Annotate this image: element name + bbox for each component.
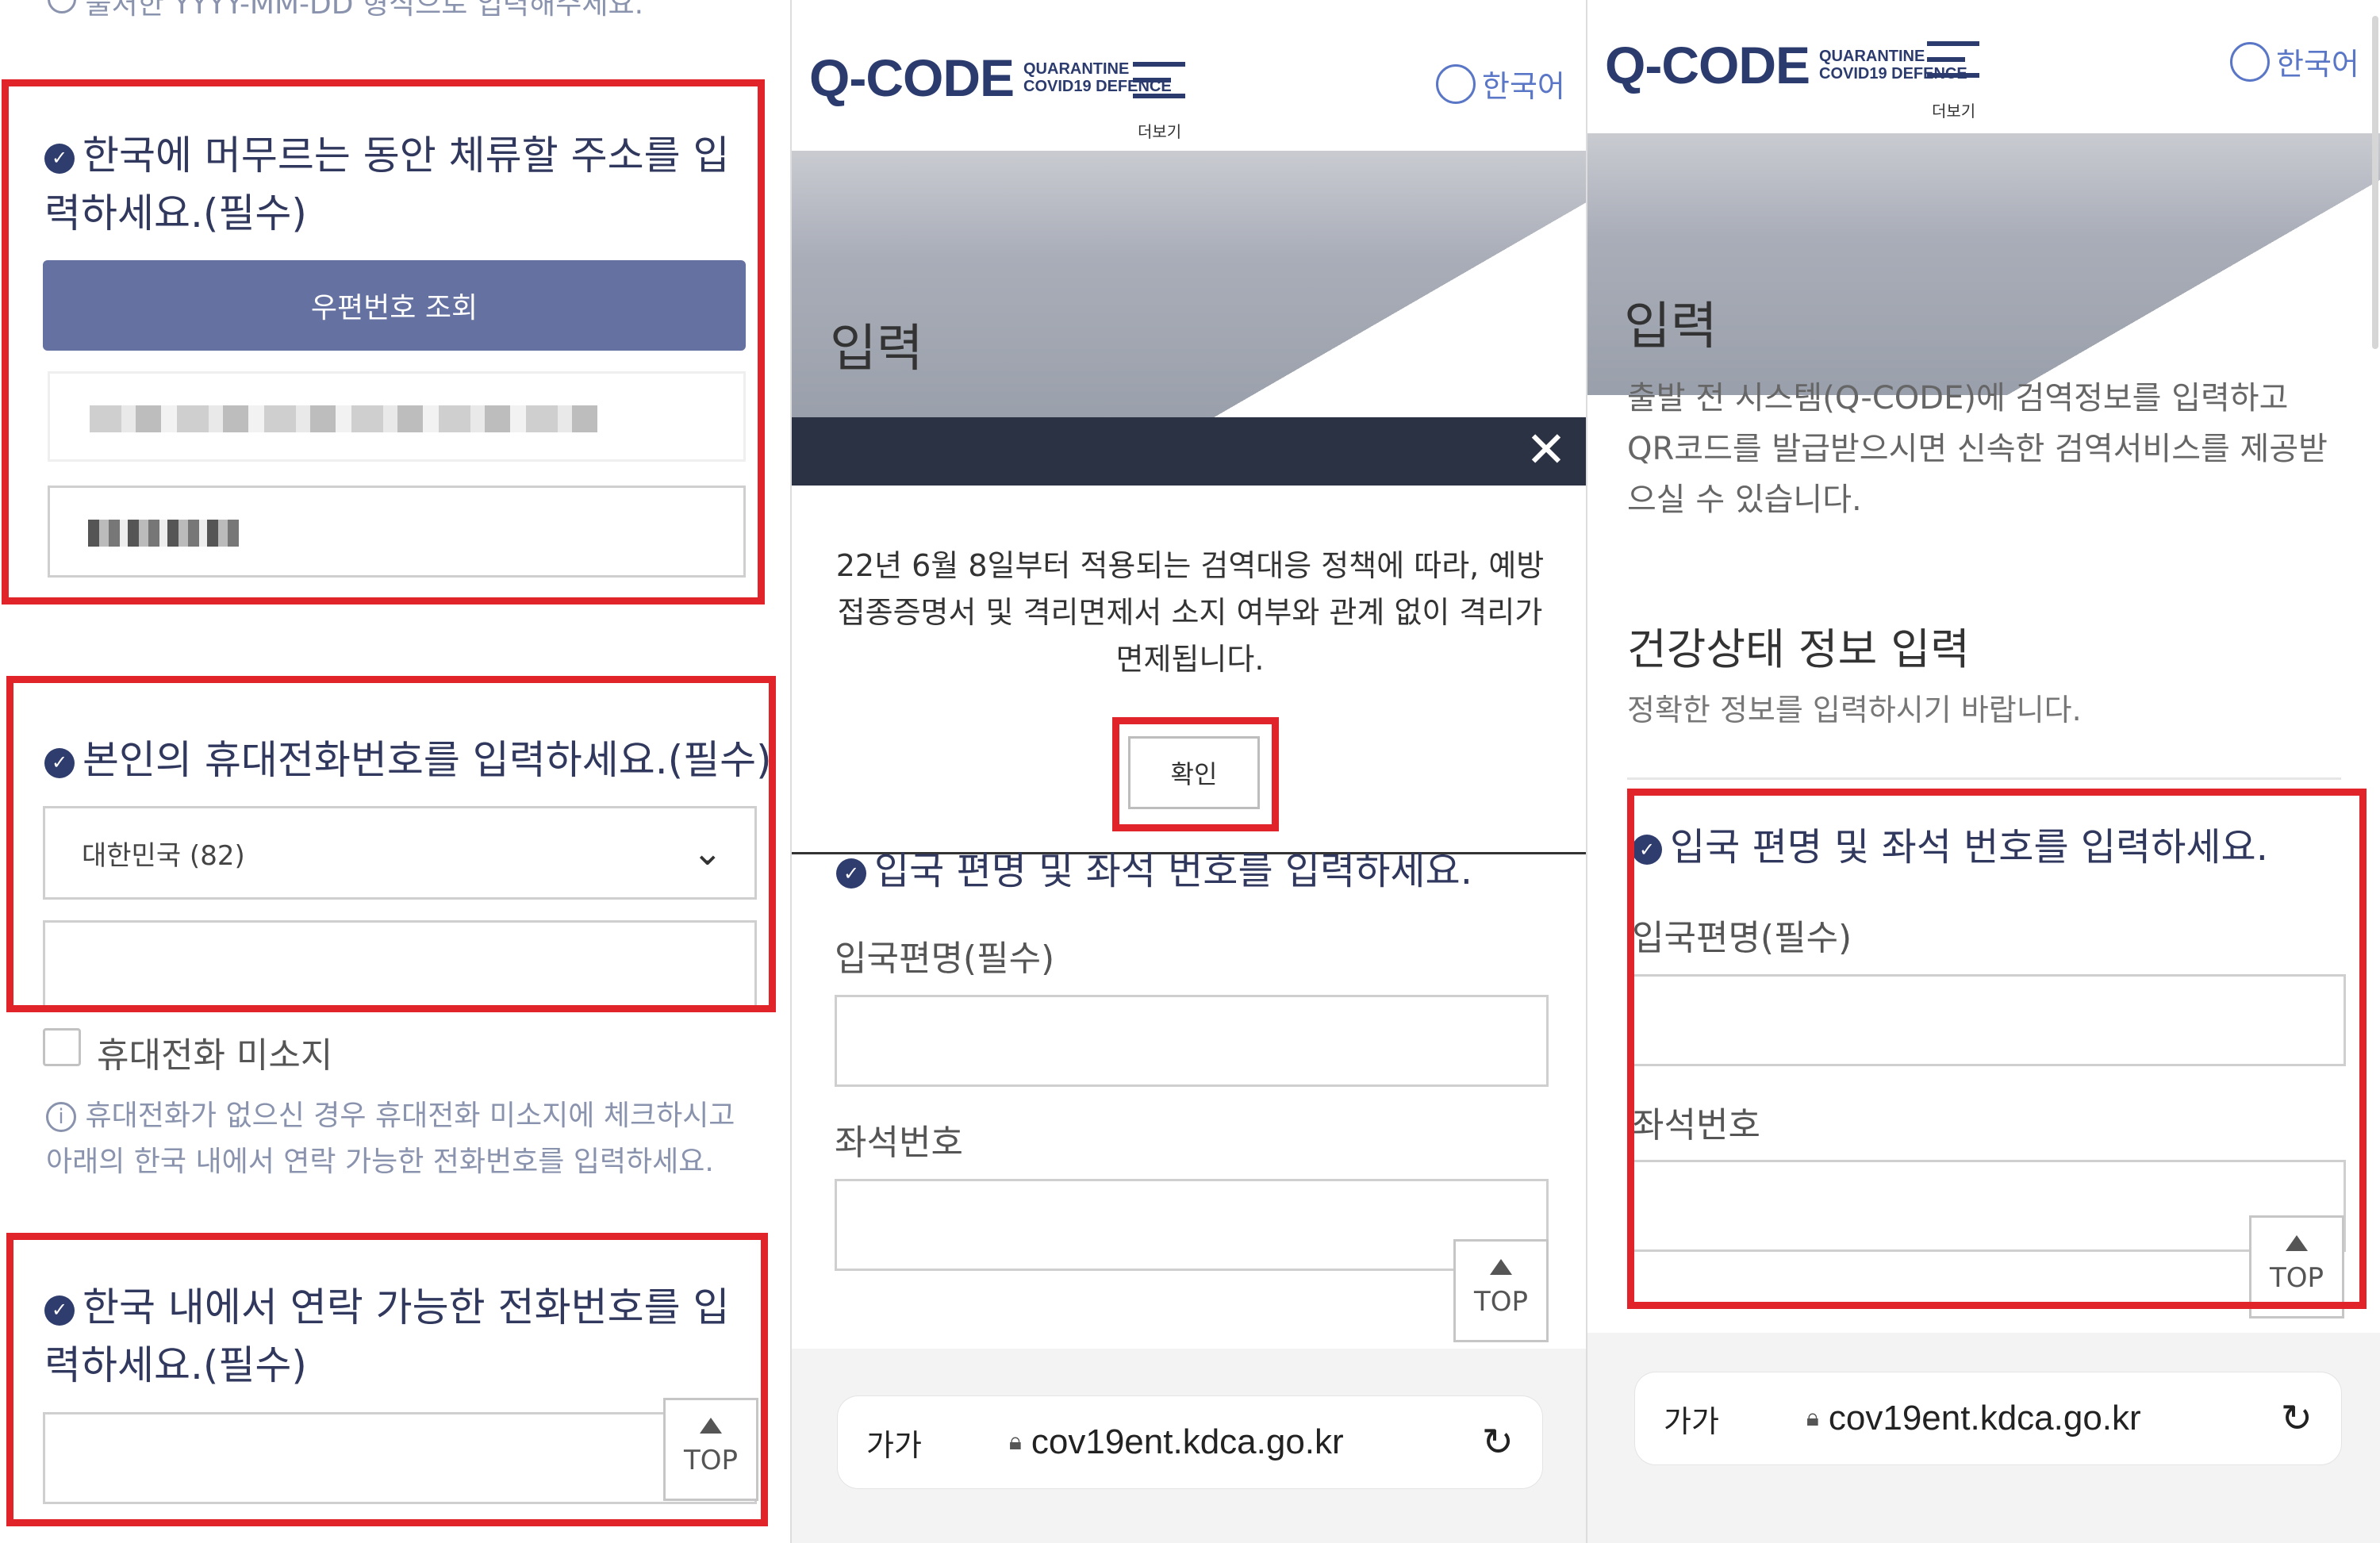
globe-icon (2230, 41, 2270, 82)
logo-text: Q-CODE (809, 48, 1015, 107)
seat-label: 좌석번호 (1632, 1105, 1760, 1146)
hero-description: 출발 전 시스템(Q-CODE)에 검역정보를 입력하고 QR코드를 발급받으시… (1627, 380, 2328, 518)
top-button[interactable]: TOP (2249, 1215, 2344, 1318)
scrollbar[interactable] (2372, 16, 2378, 349)
flight-number-field[interactable] (835, 995, 1549, 1087)
triangle-up-icon (700, 1418, 722, 1434)
top-button[interactable]: TOP (1453, 1239, 1549, 1342)
health-section-title: 건강상태 정보 입력 (1627, 624, 1970, 674)
more-label: 더보기 (1932, 102, 1976, 121)
check-circle-icon: ✓ (1632, 835, 1662, 865)
url-text: cov19ent.kdca.go.kr (1828, 1399, 2141, 1437)
reload-icon[interactable]: ↻ (2281, 1396, 2313, 1441)
phone-question: ✓ 본인의 휴대전화번호를 입력하세요.(필수) (44, 731, 772, 789)
check-circle-icon: ✓ (44, 143, 75, 174)
menu-icon[interactable] (1133, 62, 1185, 109)
address-detail-field[interactable] (48, 486, 746, 578)
phone-number-field[interactable] (43, 920, 757, 1012)
no-phone-info-text: 휴대전화가 없으신 경우 휴대전화 미소지에 체크하시고 아래의 한국 내에서 … (46, 1100, 735, 1178)
contact-question-text: 한국 내에서 연락 가능한 전화번호를 입력하세요.(필수) (44, 1284, 730, 1388)
seat-label: 좌석번호 (835, 1123, 963, 1163)
flight-label: 입국편명(필수) (835, 938, 1055, 979)
flight-number-field[interactable] (1632, 974, 2346, 1066)
flight-label: 입국편명(필수) (1632, 918, 1852, 958)
more-label: 더보기 (1138, 122, 1182, 141)
seat-number-field[interactable] (835, 1179, 1549, 1271)
top-label: TOP (2269, 1262, 2324, 1294)
seat-number-field[interactable] (1632, 1160, 2346, 1252)
address-bar[interactable]: 가가 🔒︎ cov19ent.kdca.go.kr ↻ (838, 1396, 1542, 1488)
address-form-panel: 출처한 YYYY-MM-DD 형식으로 입력해주세요. ✓ 한국에 머무르는 동안… (0, 0, 790, 1543)
blurred-address (90, 405, 597, 432)
flight-question-text: 입국 편명 및 좌석 번호를 입력하세요. (1670, 825, 2268, 869)
language-label: 한국어 (2276, 47, 2359, 82)
hero-title: 입력 (830, 320, 923, 378)
flight-question-text: 입국 편명 및 좌석 번호를 입력하세요. (874, 849, 1472, 893)
text-size-button[interactable]: 가가 (866, 1421, 922, 1464)
modal-panel: Q-CODE QUARANTINE COVID19 DEFENCE 더보기 한국… (790, 0, 1587, 1543)
language-selector[interactable]: 한국어 (2230, 40, 2359, 83)
check-circle-icon: ✓ (836, 858, 866, 889)
no-phone-label: 휴대전화 미소지 (97, 1035, 333, 1076)
zip-search-label: 우편번호 조회 (310, 292, 478, 324)
menu-icon[interactable] (1927, 41, 1979, 89)
lock-icon: 🔒︎ (1008, 1429, 1022, 1455)
logo-text: Q-CODE (1605, 36, 1810, 94)
contact-phone-field[interactable] (43, 1412, 757, 1504)
site-header: Q-CODE QUARANTINE COVID19 DEFENCE 더보기 한국… (1587, 0, 2380, 133)
site-header: Q-CODE QUARANTINE COVID19 DEFENCE 더보기 한국… (792, 0, 1587, 151)
phone-question-text: 본인의 휴대전화번호를 입력하세요.(필수) (83, 737, 772, 783)
notice-text: 22년 6월 8일부터 적용되는 검역대응 정책에 따라, 예방접종증명서 및 … (835, 548, 1545, 677)
date-format-hint: 출처한 YYYY-MM-DD 형식으로 입력해주세요. (48, 0, 643, 22)
country-code-value: 대한민국 (82) (82, 839, 245, 872)
no-phone-checkbox[interactable] (43, 1028, 81, 1066)
globe-icon (1436, 63, 1476, 104)
language-selector[interactable]: 한국어 (1436, 62, 1565, 106)
flight-question: ✓ 입국 편명 및 좌석 번호를 입력하세요. (1632, 820, 2268, 876)
flight-form-panel: Q-CODE QUARANTINE COVID19 DEFENCE 더보기 한국… (1586, 0, 2380, 1543)
info-icon (48, 0, 76, 13)
contact-question: ✓ 한국 내에서 연락 가능한 전화번호를 입력하세요.(필수) (44, 1279, 750, 1394)
chevron-down-icon: ⌄ (692, 831, 723, 873)
top-button[interactable]: TOP (663, 1398, 758, 1501)
modal-header: ✕ (792, 417, 1587, 486)
section-divider (1627, 777, 2341, 780)
flight-question: ✓ 입국 편명 및 좌석 번호를 입력하세요. (836, 844, 1472, 900)
check-circle-icon: ✓ (44, 1295, 75, 1326)
info-icon: i (46, 1102, 76, 1132)
address-bar[interactable]: 가가 🔒︎ cov19ent.kdca.go.kr ↻ (1635, 1372, 2341, 1464)
no-phone-info: i 휴대전화가 없으신 경우 휴대전화 미소지에 체크하시고 아래의 한국 내에… (46, 1093, 744, 1184)
text-size-button[interactable]: 가가 (1664, 1397, 1719, 1441)
zip-search-button[interactable]: 우편번호 조회 (43, 260, 746, 351)
lock-icon: 🔒︎ (1806, 1405, 1819, 1431)
close-icon[interactable]: ✕ (1526, 425, 1567, 474)
top-label: TOP (683, 1445, 739, 1476)
hero-title: 입력 (1624, 297, 1718, 356)
triangle-up-icon (2286, 1235, 2308, 1251)
language-label: 한국어 (1482, 69, 1565, 104)
triangle-up-icon (1490, 1259, 1512, 1275)
qcode-logo: Q-CODE QUARANTINE COVID19 DEFENCE (809, 48, 1172, 108)
health-section-subtitle: 정확한 정보를 입력하시기 바랍니다. (1627, 693, 2082, 727)
reload-icon[interactable]: ↻ (1482, 1420, 1514, 1464)
url-text: cov19ent.kdca.go.kr (1031, 1422, 1344, 1461)
address-question: ✓ 한국에 머무르는 동안 체류할 주소를 입력하세요.(필수) (44, 127, 750, 242)
address-field[interactable] (48, 371, 746, 462)
country-code-select[interactable]: 대한민국 (82) ⌄ (43, 806, 757, 900)
qcode-logo: Q-CODE QUARANTINE COVID19 DEFENCE (1605, 35, 1967, 95)
confirm-button[interactable]: 확인 (1128, 736, 1260, 809)
blurred-address-detail (88, 520, 239, 547)
date-format-hint-text: 출처한 YYYY-MM-DD 형식으로 입력해주세요. (85, 0, 644, 21)
top-label: TOP (1473, 1286, 1529, 1318)
address-question-text: 한국에 머무르는 동안 체류할 주소를 입력하세요.(필수) (44, 132, 730, 236)
check-circle-icon: ✓ (44, 747, 75, 778)
confirm-label: 확인 (1170, 759, 1218, 789)
